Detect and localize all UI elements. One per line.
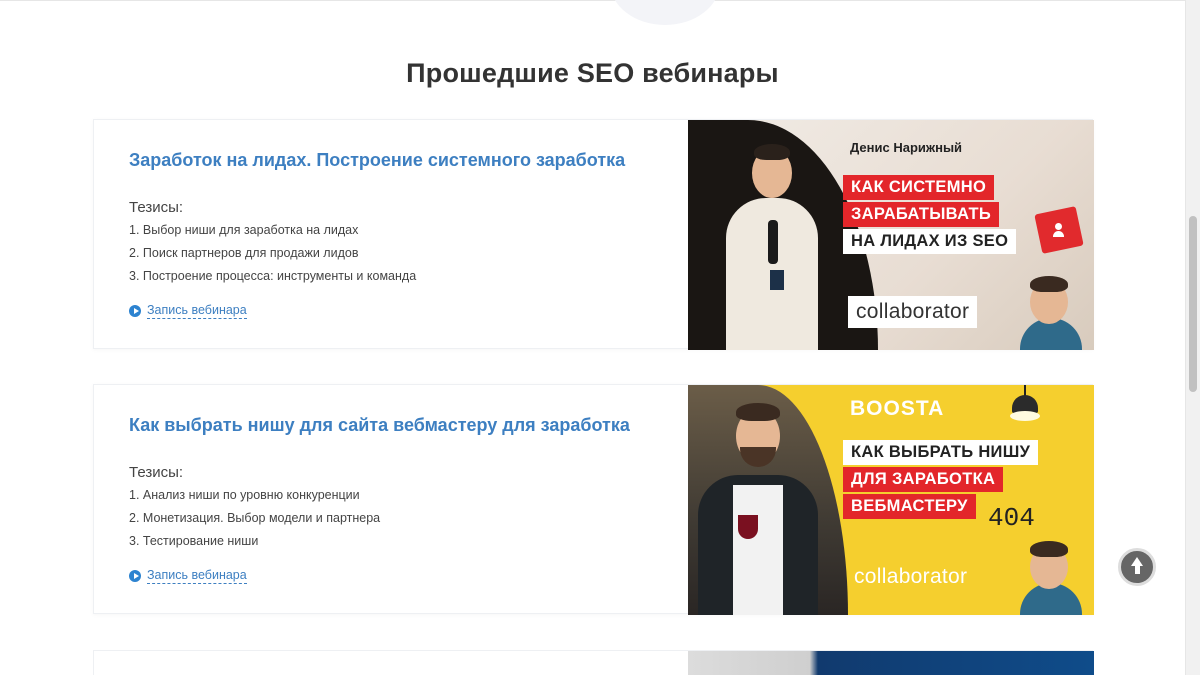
thesis-item: 3. Построение процесса: инструменты и ко…	[129, 269, 417, 283]
page-title: Прошедшие SEO вебинары	[406, 58, 779, 88]
banner-headline-line: КАК ВЫБРАТЬ НИШУ	[843, 440, 1039, 465]
webinar-record-label[interactable]: Запись вебинара	[147, 303, 247, 319]
speaker-name: Денис Нарижный	[850, 140, 963, 155]
webinar-record-label[interactable]: Запись вебинара	[147, 568, 247, 584]
webinar-banner[interactable]: Денис Нарижный КАК СИСТЕМНО ЗАРАБАТЫВАТЬ…	[688, 120, 1094, 350]
user-icon	[1053, 223, 1064, 237]
play-circle-icon	[129, 305, 141, 317]
host-photo	[1010, 535, 1090, 615]
webinar-title[interactable]: Заработок на лидах. Построение системног…	[129, 150, 625, 171]
speaker-photo	[708, 140, 838, 350]
boosta-logo: BOOSTA	[850, 397, 945, 420]
webinar-record-link[interactable]: Запись вебинара	[129, 568, 247, 584]
thesis-item: 2. Поиск партнеров для продажи лидов	[129, 246, 359, 260]
lamp-glow	[1010, 411, 1040, 421]
scrollbar-thumb[interactable]	[1189, 216, 1197, 392]
code-404: 404	[988, 503, 1035, 533]
host-photo	[1010, 270, 1090, 350]
thesis-item: 3. Тестирование ниши	[129, 534, 259, 548]
thesis-item: 2. Монетизация. Выбор модели и партнера	[129, 511, 381, 525]
scroll-to-top-button[interactable]	[1118, 548, 1156, 586]
play-circle-icon	[129, 570, 141, 582]
top-divider	[0, 0, 1185, 1]
scrollbar[interactable]	[1185, 0, 1200, 675]
webinar-banner[interactable]: BOOSTA КАК ВЫБРАТЬ НИШУ ДЛЯ ЗАРАБОТКА ВЕ…	[688, 385, 1094, 615]
speaker-photo	[688, 395, 838, 615]
banner-headline-line: КАК СИСТЕМНО	[843, 175, 995, 200]
decorative-arc	[610, 0, 720, 25]
theses-label: Тезисы:	[129, 199, 184, 216]
thesis-item: 1. Анализ ниши по уровню конкуренции	[129, 488, 360, 502]
theses-label: Тезисы:	[129, 464, 184, 481]
webinar-card-2: Как выбрать нишу для сайта вебмастеру дл…	[93, 384, 1094, 615]
banner-headline-line: ВЕБМАСТЕРУ	[843, 494, 976, 519]
webinar-title[interactable]: Как выбрать нишу для сайта вебмастеру дл…	[129, 415, 630, 436]
thesis-item: 1. Выбор ниши для заработка на лидах	[129, 223, 359, 237]
webinar-record-link[interactable]: Запись вебинара	[129, 303, 247, 319]
collaborator-logo: collaborator	[848, 296, 978, 328]
webinar-banner[interactable]	[688, 651, 1094, 675]
banner-headline-line: НА ЛИДАХ ИЗ SEO	[843, 229, 1017, 254]
collaborator-logo: collaborator	[854, 565, 968, 588]
banner-headline-line: ЗАРАБАТЫВАТЬ	[843, 202, 1000, 227]
webinar-card-1: Заработок на лидах. Построение системног…	[93, 119, 1094, 350]
banner-headline-line: ДЛЯ ЗАРАБОТКА	[843, 467, 1004, 492]
webinar-card-3	[93, 650, 1094, 675]
